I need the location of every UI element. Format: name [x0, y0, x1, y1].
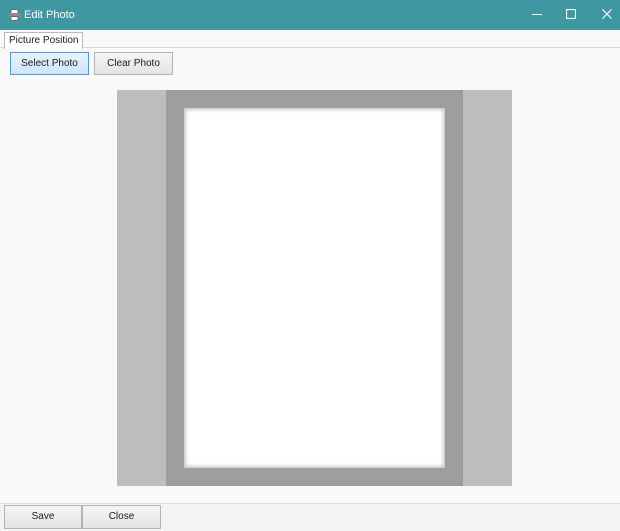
maximize-button[interactable] — [553, 0, 589, 30]
window-title: Edit Photo — [24, 9, 75, 21]
window-titlebar[interactable]: Edit Photo — [0, 0, 620, 30]
printer-icon — [8, 9, 21, 21]
minimize-button[interactable] — [519, 0, 555, 30]
photo-preview-area[interactable] — [117, 90, 512, 486]
close-icon — [602, 8, 612, 22]
photo-placeholder — [184, 108, 445, 468]
photo-frame — [166, 90, 463, 486]
tab-picture-position[interactable]: Picture Position — [4, 32, 83, 49]
close-button[interactable]: Close — [82, 505, 161, 529]
tab-strip: Picture Position — [0, 30, 620, 49]
close-window-button[interactable] — [589, 0, 620, 30]
select-photo-button[interactable]: Select Photo — [10, 52, 89, 75]
maximize-icon — [565, 8, 577, 22]
minimize-icon — [532, 9, 542, 22]
save-button[interactable]: Save — [4, 505, 82, 529]
clear-photo-button[interactable]: Clear Photo — [94, 52, 173, 75]
